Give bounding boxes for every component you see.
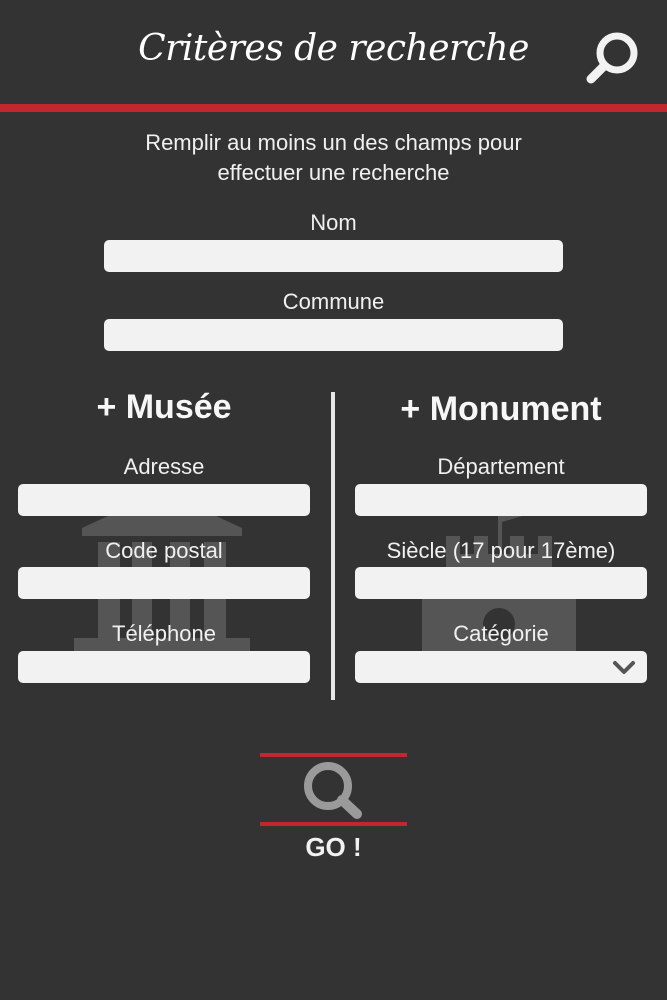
page-title: Critères de recherche (138, 28, 529, 69)
siecle-label: Siècle (17 pour 17ème) (386, 538, 616, 563)
code-postal-label: Code postal (105, 538, 223, 563)
adresse-input[interactable] (18, 484, 310, 516)
header-divider (0, 104, 667, 112)
monument-section-toggle[interactable]: + Monument (355, 390, 647, 429)
code-postal-input[interactable] (18, 567, 310, 599)
search-icon[interactable] (584, 28, 644, 88)
nom-label: Nom (310, 210, 357, 235)
telephone-label: Téléphone (112, 621, 216, 646)
nom-input[interactable] (104, 240, 563, 272)
instructions-line-1: Remplir au moins un des champs pour (145, 130, 522, 155)
adresse-label: Adresse (123, 454, 205, 479)
commune-input[interactable] (104, 319, 563, 351)
departement-label: Département (437, 454, 565, 479)
search-icon[interactable] (300, 760, 366, 820)
go-bottom-line (260, 822, 407, 826)
categorie-label: Catégorie (453, 621, 549, 646)
categorie-select[interactable] (355, 651, 647, 683)
telephone-input[interactable] (18, 651, 310, 683)
go-top-line (260, 753, 407, 757)
siecle-input[interactable] (355, 567, 647, 599)
header: Critères de recherche (0, 0, 667, 104)
go-button[interactable]: GO ! (260, 832, 407, 863)
instructions-line-2: effectuer une recherche (217, 160, 450, 185)
departement-input[interactable] (355, 484, 647, 516)
commune-label: Commune (282, 289, 385, 314)
instructions: Remplir au moins un des champs pour effe… (0, 128, 667, 188)
musee-section-toggle[interactable]: + Musée (18, 388, 310, 427)
section-divider (331, 392, 335, 700)
